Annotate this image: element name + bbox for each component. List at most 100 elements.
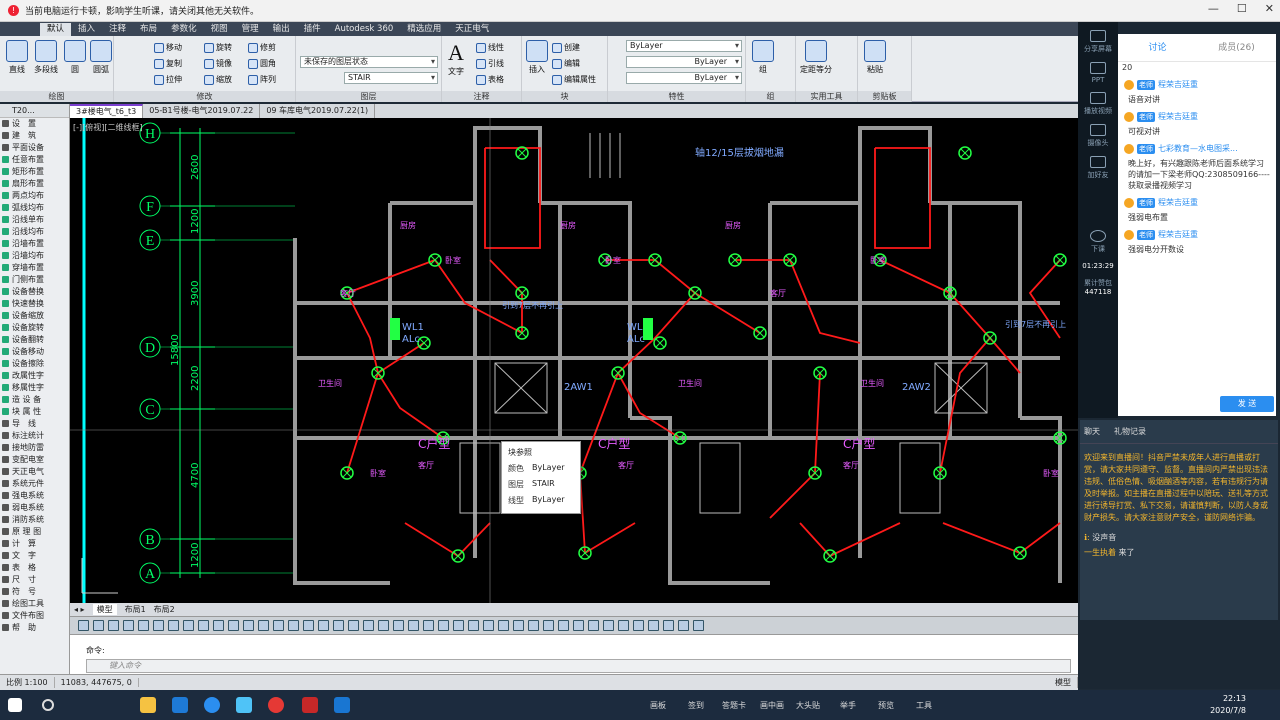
palette-item[interactable]: 弧线均布 — [0, 202, 69, 214]
palette-item[interactable]: 造 设 备 — [0, 394, 69, 406]
palette-item[interactable]: 表 格 — [0, 562, 69, 574]
move-button[interactable]: 移动 — [154, 42, 182, 53]
tz-tool-icon[interactable] — [528, 620, 539, 631]
add-friend-button[interactable]: 加好友 — [1078, 156, 1118, 180]
maximize-icon[interactable]: ☐ — [1237, 2, 1247, 15]
tz-tool-icon[interactable] — [453, 620, 464, 631]
tz-tool-icon[interactable] — [288, 620, 299, 631]
array-button[interactable]: 阵列 — [248, 74, 276, 85]
tab-tzelec[interactable]: 天正电气 — [448, 23, 496, 36]
palette-item[interactable]: 强电系统 — [0, 490, 69, 502]
create-block-button[interactable]: 创建 — [552, 42, 580, 53]
live-app-icon[interactable] — [334, 697, 350, 713]
tab-parametric[interactable]: 参数化 — [164, 23, 204, 36]
tab-output[interactable]: 输出 — [266, 23, 297, 36]
close-icon[interactable]: ✕ — [1265, 2, 1274, 15]
linear-dim-button[interactable]: 线性 — [476, 42, 504, 53]
tz-tool-icon[interactable] — [378, 620, 389, 631]
tz-tool-icon[interactable] — [348, 620, 359, 631]
leader-button[interactable]: 引线 — [476, 58, 504, 69]
tz-tool-icon[interactable] — [213, 620, 224, 631]
minimize-icon[interactable]: — — [1208, 2, 1219, 15]
explorer-icon[interactable] — [140, 697, 156, 713]
palette-item[interactable]: 快速替换 — [0, 298, 69, 310]
taskbar-tool[interactable]: 画板 — [650, 700, 666, 711]
doc-tab-2[interactable]: 05-B1号楼-电气2019.07.22 — [143, 104, 261, 118]
lineweight-select[interactable]: ByLayer — [626, 72, 742, 84]
play-video-button[interactable]: 播放视频 — [1078, 92, 1118, 116]
palette-item[interactable]: 穿墙布置 — [0, 262, 69, 274]
camera-button[interactable]: 摄像头 — [1078, 124, 1118, 148]
tz-tool-icon[interactable] — [243, 620, 254, 631]
taskbar-tool[interactable]: 签到 — [688, 700, 704, 711]
tab-featured[interactable]: 精选应用 — [400, 23, 448, 36]
group-button[interactable]: 组 — [752, 40, 774, 75]
palette-item[interactable]: 设备替换 — [0, 286, 69, 298]
palette-item[interactable]: 标注统计 — [0, 430, 69, 442]
tz-tool-icon[interactable] — [543, 620, 554, 631]
palette-item[interactable]: 门侧布置 — [0, 274, 69, 286]
scale-select[interactable]: 比例 1:100 — [0, 677, 55, 688]
edit-block-button[interactable]: 编辑 — [552, 58, 580, 69]
tz-tool-icon[interactable] — [573, 620, 584, 631]
copy-button[interactable]: 复制 — [154, 58, 182, 69]
palette-item[interactable]: 导 线 — [0, 418, 69, 430]
tz-tool-icon[interactable] — [483, 620, 494, 631]
palette-item[interactable]: 设备旋转 — [0, 322, 69, 334]
tz-tool-icon[interactable] — [333, 620, 344, 631]
palette-item[interactable]: 设备擦除 — [0, 358, 69, 370]
palette-item[interactable]: 弱电系统 — [0, 502, 69, 514]
palette-item[interactable]: 接地防雷 — [0, 442, 69, 454]
palette-item[interactable]: 改属性字 — [0, 370, 69, 382]
palette-item[interactable]: 两点均布 — [0, 190, 69, 202]
tab-a360[interactable]: Autodesk 360 — [328, 23, 401, 36]
tz-tool-icon[interactable] — [603, 620, 614, 631]
palette-item[interactable]: 沿墙均布 — [0, 250, 69, 262]
tz-tool-icon[interactable] — [183, 620, 194, 631]
end-class-button[interactable]: 下课 — [1078, 230, 1118, 254]
tab-manage[interactable]: 管理 — [235, 23, 266, 36]
send-button[interactable]: 发 送 — [1220, 396, 1274, 412]
palette-item[interactable]: 沿线单布 — [0, 214, 69, 226]
record-icon[interactable] — [268, 697, 284, 713]
tab-view[interactable]: 视图 — [204, 23, 235, 36]
tz-tool-icon[interactable] — [153, 620, 164, 631]
palette-item[interactable]: 帮 助 — [0, 622, 69, 634]
palette-item[interactable]: 变配电室 — [0, 454, 69, 466]
tz-tool-icon[interactable] — [168, 620, 179, 631]
tab-layout2[interactable]: 布局2 — [154, 604, 175, 615]
tz-tool-icon[interactable] — [438, 620, 449, 631]
tz-tool-icon[interactable] — [498, 620, 509, 631]
polyline-button[interactable]: 多段线 — [34, 40, 58, 75]
palette-item[interactable]: 文件布图 — [0, 610, 69, 622]
palette-item[interactable]: 任意布置 — [0, 154, 69, 166]
tab-nav-arrows[interactable]: ◂ ▸ — [74, 605, 85, 614]
stretch-button[interactable]: 拉伸 — [154, 74, 182, 85]
palette-item[interactable]: 移属性字 — [0, 382, 69, 394]
table-button[interactable]: 表格 — [476, 74, 504, 85]
palette-item[interactable]: 建 筑 — [0, 130, 69, 142]
tab-annotate[interactable]: 注释 — [102, 23, 133, 36]
taskbar-tool[interactable]: 工具 — [916, 700, 932, 711]
palette-item[interactable]: 块 属 性 — [0, 406, 69, 418]
tab-layout1[interactable]: 布局1 — [125, 604, 146, 615]
fillet-button[interactable]: 圆角 — [248, 58, 276, 69]
palette-item[interactable]: 系统元件 — [0, 478, 69, 490]
tz-tool-icon[interactable] — [468, 620, 479, 631]
tz-tool-icon[interactable] — [198, 620, 209, 631]
tz-tool-icon[interactable] — [258, 620, 269, 631]
edit-attr-button[interactable]: 编辑属性 — [552, 74, 596, 85]
tab-insert[interactable]: 插入 — [71, 23, 102, 36]
doc-tab-1[interactable]: 3#楼电气_t6_t3 — [70, 104, 144, 118]
tz-tool-icon[interactable] — [588, 620, 599, 631]
layer-state-select[interactable]: 未保存的图层状态 — [300, 56, 438, 68]
measure-button[interactable]: 定距等分 — [800, 40, 832, 75]
palette-item[interactable]: 设备缩放 — [0, 310, 69, 322]
tz-tool-icon[interactable] — [123, 620, 134, 631]
windows-start-icon[interactable] — [8, 698, 22, 712]
taskbar-tool[interactable]: 预览 — [878, 700, 894, 711]
tab-chat[interactable]: 聊天 — [1084, 426, 1100, 437]
tz-tool-icon[interactable] — [663, 620, 674, 631]
edge-icon[interactable] — [172, 697, 188, 713]
text-button[interactable]: A 文字 — [448, 40, 464, 77]
